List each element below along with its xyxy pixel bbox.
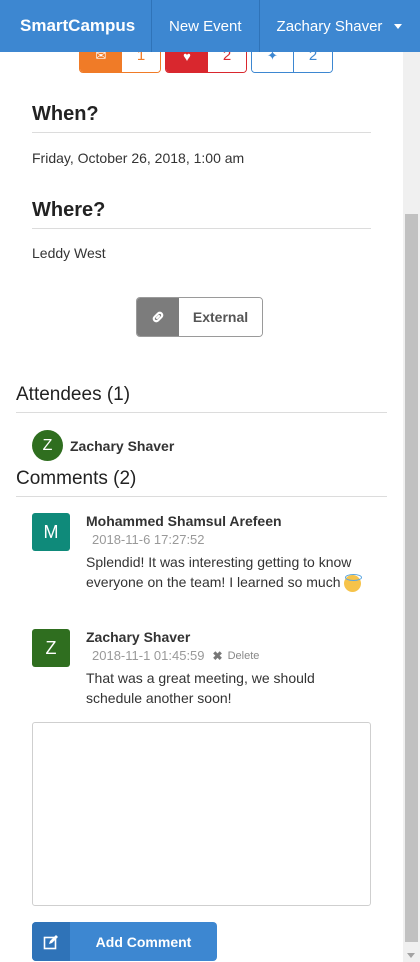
attendees-heading: Attendees (1): [16, 384, 387, 413]
add-comment-label: Add Comment: [95, 933, 192, 950]
comment-timestamp: 2018-11-6 17:27:52: [92, 532, 205, 547]
brand-logo[interactable]: SmartCampus: [0, 0, 152, 52]
comment-text: That was a great meeting, we should sche…: [86, 670, 315, 706]
where-value: Leddy West: [32, 245, 106, 261]
when-value: Friday, October 26, 2018, 1:00 am: [32, 150, 245, 166]
comment-text: Splendid! It was interesting getting to …: [86, 554, 352, 590]
external-label: External: [179, 298, 262, 336]
scrollbar[interactable]: [403, 52, 420, 962]
edit-icon: [32, 922, 70, 961]
user-menu[interactable]: Zachary Shaver: [260, 0, 403, 52]
comment-timestamp: 2018-11-1 01:45:59: [92, 648, 205, 663]
external-link-button[interactable]: External: [136, 297, 263, 337]
avatar: M: [32, 513, 70, 551]
comments-heading: Comments (2): [16, 468, 387, 497]
where-heading: Where?: [32, 199, 371, 229]
comment-item: M Mohammed Shamsul Arefeen 2018-11-6 17:…: [32, 513, 372, 592]
avatar: Z: [32, 430, 63, 461]
avatar: Z: [32, 629, 70, 667]
attendee-name: Zachary Shaver: [70, 437, 175, 454]
scroll-down-arrow-icon[interactable]: [407, 953, 415, 958]
comment-input[interactable]: [32, 722, 371, 906]
navbar: SmartCampus New Event Zachary Shaver: [0, 0, 420, 52]
delete-comment-button[interactable]: ✖ Delete: [213, 649, 260, 663]
attendee-item: Z Zachary Shaver: [32, 430, 174, 461]
link-icon: [137, 298, 179, 336]
smiling-halo-emoji-icon: [344, 573, 363, 592]
scrollbar-thumb[interactable]: [405, 214, 418, 942]
delete-label: Delete: [227, 649, 260, 662]
close-icon: ✖: [212, 648, 223, 663]
new-event-link[interactable]: New Event: [152, 0, 260, 52]
user-menu-label: Zachary Shaver: [276, 17, 383, 35]
comment-author: Mohammed Shamsul Arefeen: [86, 513, 282, 529]
caret-down-icon: [394, 23, 403, 29]
when-heading: When?: [32, 103, 371, 133]
add-comment-button[interactable]: Add Comment: [32, 922, 217, 961]
comment-item: Z Zachary Shaver 2018-11-1 01:45:59 ✖ De…: [32, 629, 372, 708]
comment-author: Zachary Shaver: [86, 629, 191, 645]
